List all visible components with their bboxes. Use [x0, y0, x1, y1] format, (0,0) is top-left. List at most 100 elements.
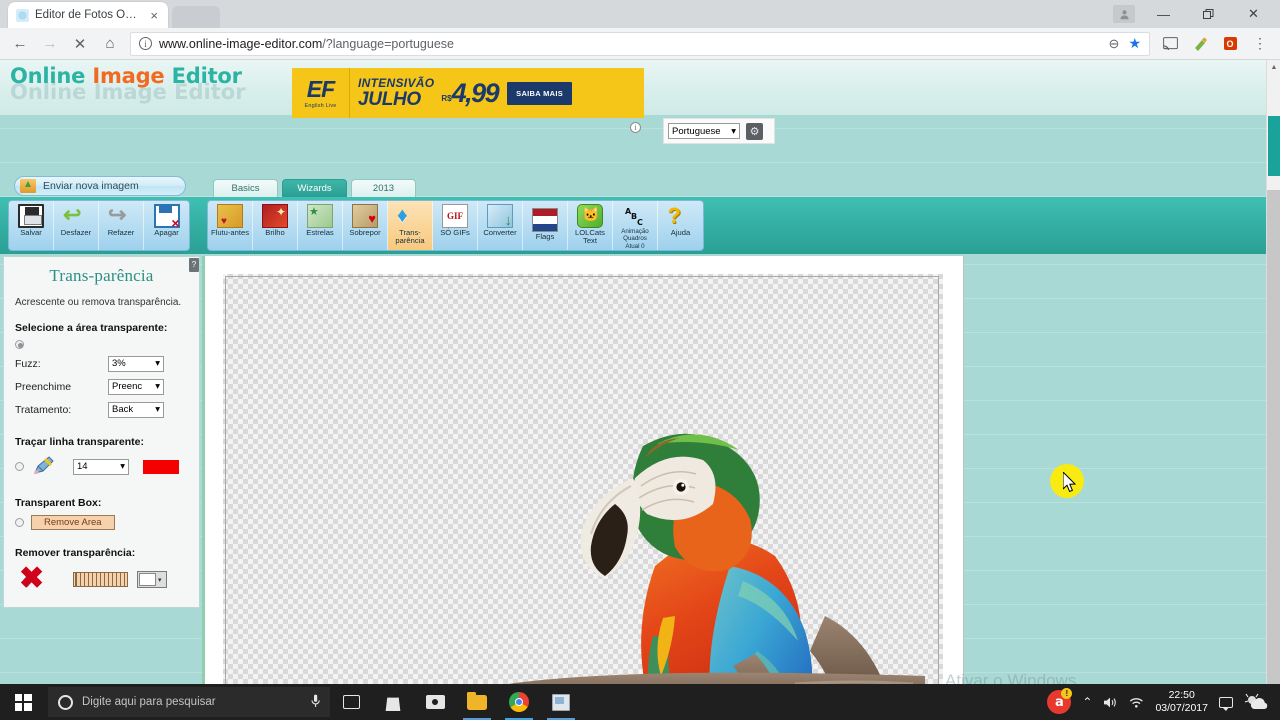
tab-close-icon[interactable]: ×: [148, 9, 160, 22]
start-button[interactable]: [0, 684, 46, 720]
page-scrollbar[interactable]: ▲: [1266, 60, 1280, 684]
panel-section-line-label: Traçar linha transparente:: [15, 435, 144, 448]
browser-menu-icon[interactable]: ⋮: [1246, 30, 1274, 58]
radio-transparent-box[interactable]: [15, 517, 24, 527]
site-info-icon[interactable]: i: [139, 37, 152, 50]
avast-tray-icon[interactable]: a !: [1047, 688, 1073, 714]
browser-tab[interactable]: Editor de Fotos Online ×: [8, 2, 168, 28]
ad-price: R$ 4,99: [441, 79, 499, 106]
action-center-icon[interactable]: [1219, 696, 1233, 711]
chevron-down-icon: ▾: [155, 404, 160, 415]
panel-help-badge[interactable]: ?: [189, 258, 199, 272]
avast-alert-badge: !: [1061, 688, 1073, 699]
tool-sobrepor[interactable]: Sobrepor: [343, 201, 388, 250]
chrome-taskbar-button[interactable]: [498, 684, 540, 720]
profile-button[interactable]: [1107, 0, 1141, 28]
maximize-button[interactable]: [1186, 0, 1231, 28]
office-icon[interactable]: O: [1216, 30, 1244, 58]
tool-apagar[interactable]: Apagar: [144, 201, 189, 250]
cast-icon[interactable]: [1156, 30, 1184, 58]
tool-flags[interactable]: Flags: [523, 201, 568, 250]
advertisement-banner[interactable]: EF English Live INTENSIVÃO JULHO R$ 4,99…: [292, 68, 644, 118]
canvas-top-margin: [205, 256, 963, 274]
back-icon[interactable]: ←: [6, 30, 34, 58]
tool-label: Flags: [535, 232, 555, 241]
image-canvas[interactable]: [202, 256, 964, 684]
tool-desfazer[interactable]: ↩ Desfazer: [54, 201, 99, 250]
bookmark-star-icon[interactable]: ★: [1128, 35, 1141, 52]
upload-icon: [20, 179, 36, 193]
taskbar-search-box[interactable]: Digite aqui para pesquisar: [48, 687, 330, 717]
tool-so-gifs[interactable]: GIF SÓ GIFs: [433, 201, 478, 250]
microsoft-store-button[interactable]: [372, 684, 414, 720]
extension-icon[interactable]: [1186, 30, 1214, 58]
volume-icon[interactable]: [1103, 696, 1118, 709]
tool-transparencia[interactable]: ♦ Trans-parência: [388, 201, 433, 250]
ad-cta-button[interactable]: SAIBA MAIS: [507, 81, 573, 105]
site-logo: Online Image Editor: [10, 64, 242, 88]
paint-taskbar-button[interactable]: [540, 684, 582, 720]
remove-area-button[interactable]: Remove Area: [31, 514, 115, 530]
tool-label: Sobrepor: [349, 228, 381, 237]
camera-button[interactable]: [414, 684, 456, 720]
language-select[interactable]: Portuguese ▾: [668, 123, 740, 139]
tool-label: SÓ GIFs: [440, 228, 470, 237]
upload-new-image-button[interactable]: Enviar nova imagem: [14, 176, 186, 196]
home-icon[interactable]: ⌂: [96, 30, 124, 58]
tool-brilho[interactable]: Brilho: [253, 201, 298, 250]
erase-icon: [153, 204, 180, 230]
tool-salvar[interactable]: Salvar: [9, 201, 54, 250]
tool-converter[interactable]: Converter: [478, 201, 523, 250]
new-tab-button[interactable]: [172, 6, 220, 28]
radio-draw-line[interactable]: [15, 462, 24, 471]
remove-transparency-preview[interactable]: [73, 572, 128, 587]
gear-icon[interactable]: ⚙: [746, 122, 763, 140]
wifi-icon[interactable]: [1129, 696, 1144, 709]
tool-lolcats-text[interactable]: LOLCats Text: [568, 201, 613, 250]
browser-navigation-bar: ← → ✕ ⌂ i www.online-image-editor.com/?l…: [0, 28, 1280, 60]
forward-icon[interactable]: →: [36, 30, 64, 58]
taskbar-clock[interactable]: 22:50 03/07/2017: [1155, 689, 1208, 715]
task-view-button[interactable]: [330, 684, 372, 720]
tool-flutuantes[interactable]: Flutu-antes: [208, 201, 253, 250]
tool-label: Converter: [483, 228, 517, 237]
stop-icon[interactable]: ✕: [66, 30, 94, 58]
canvas-right-margin: [943, 256, 963, 684]
microphone-icon[interactable]: [311, 694, 320, 711]
ad-info-icon[interactable]: i: [630, 122, 641, 133]
clock-time: 22:50: [1168, 689, 1195, 702]
line-color-swatch[interactable]: [143, 459, 179, 474]
show-hidden-icons-chevron[interactable]: ⌃: [1082, 695, 1092, 709]
close-button[interactable]: ✕: [1231, 0, 1276, 28]
line-width-select[interactable]: 14 ▾: [73, 458, 129, 475]
remove-transparency-icon[interactable]: ♦ ✖: [19, 561, 51, 595]
address-bar[interactable]: i www.online-image-editor.com/?language=…: [130, 31, 1150, 56]
tab-basics[interactable]: Basics: [213, 179, 278, 197]
tratamento-select[interactable]: Back ▾: [108, 401, 164, 418]
minimize-button[interactable]: —: [1141, 0, 1186, 28]
chevron-down-icon: ▾: [731, 125, 736, 137]
background-color-select[interactable]: ▾: [137, 571, 167, 588]
tab-2013[interactable]: 2013: [351, 179, 416, 197]
file-explorer-button[interactable]: [456, 684, 498, 720]
scroll-up-icon[interactable]: ▲: [1267, 60, 1280, 74]
tab-wizards[interactable]: Wizards: [282, 179, 347, 197]
preenchimento-select[interactable]: Preenc ▾: [108, 378, 164, 395]
logo-word-1: Online: [10, 64, 86, 88]
animation-icon: A B C: [622, 204, 648, 228]
tool-animacao[interactable]: A B C Animação Quadros Atual 0: [613, 201, 658, 250]
tool-ajuda[interactable]: ? Ajuda: [658, 201, 703, 250]
scrollbar-track[interactable]: [1267, 190, 1280, 684]
pencil-icon[interactable]: [32, 454, 58, 480]
tool-refazer[interactable]: ↪ Refazer: [99, 201, 144, 250]
fuzz-select[interactable]: 3% ▾: [108, 355, 164, 372]
radio-select-area[interactable]: [15, 339, 24, 349]
chrome-browser-window: Editor de Fotos Online × — ✕ ← → ✕ ⌂ i w…: [0, 0, 1280, 684]
cross-out-glyph: ✖: [19, 561, 45, 595]
zoom-icon[interactable]: ⊖: [1109, 36, 1120, 52]
weather-icon[interactable]: [1244, 693, 1270, 711]
tool-estrelas[interactable]: Estrelas: [298, 201, 343, 250]
field-label-tratamento: Tratamento:: [15, 403, 72, 416]
logo-word-2: Image: [92, 64, 165, 88]
scrollbar-thumb[interactable]: [1268, 116, 1280, 176]
